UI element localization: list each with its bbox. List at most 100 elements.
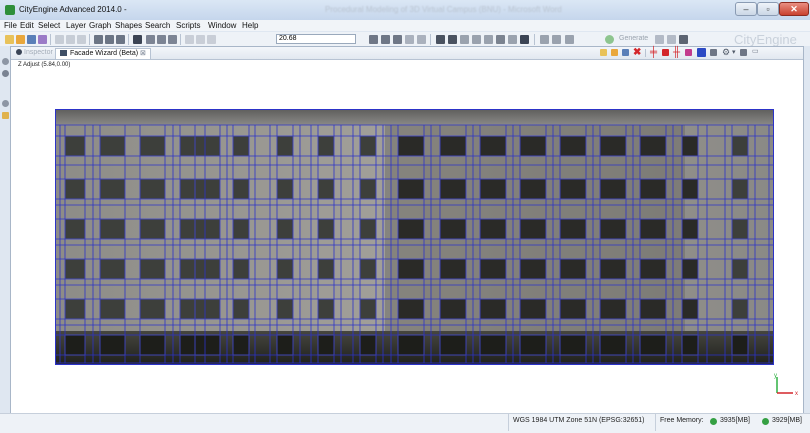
menu-edit[interactable]: Edit (20, 21, 34, 30)
menu-shapes[interactable]: Shapes (115, 21, 142, 30)
polygon-tool-icon[interactable] (417, 35, 426, 44)
facade-image[interactable] (55, 109, 774, 365)
menu-layer[interactable]: Layer (66, 21, 86, 30)
update-icon[interactable] (667, 35, 676, 44)
shadow-icon[interactable] (520, 35, 529, 44)
zoom-icon[interactable] (168, 35, 177, 44)
facade-window (232, 298, 250, 320)
save-icon[interactable] (27, 35, 36, 44)
move-icon[interactable] (94, 35, 103, 44)
facade-window (64, 178, 86, 200)
facade-window (317, 178, 335, 200)
axis-gizmo: y x (774, 373, 798, 397)
open-icon[interactable] (16, 35, 25, 44)
texture-icon[interactable] (496, 35, 505, 44)
cut-icon[interactable] (55, 35, 64, 44)
zoom-input[interactable] (276, 34, 356, 44)
tab-close-icon[interactable]: ⊠ (140, 50, 146, 57)
redo-icon[interactable] (196, 35, 205, 44)
menu-search[interactable]: Search (145, 21, 170, 30)
minimize-view-icon[interactable]: ▭ (752, 47, 759, 55)
facade-window (731, 298, 749, 320)
view-menu-icon[interactable] (740, 49, 747, 56)
generate-button[interactable]: Generate (619, 35, 648, 42)
select-arrow-icon[interactable] (133, 35, 142, 44)
copy-icon[interactable] (66, 35, 75, 44)
new-icon[interactable] (5, 35, 14, 44)
menu-window[interactable]: Window (208, 21, 236, 30)
save-facade-icon[interactable] (622, 49, 629, 56)
z-adjust-readout: Z Adjust (5.84,0.00) (18, 62, 71, 68)
block-tool-icon[interactable] (393, 35, 402, 44)
open-facade-icon[interactable] (611, 49, 618, 56)
cleanup-icon[interactable] (552, 35, 561, 44)
grid-icon[interactable] (460, 35, 469, 44)
facade-window (519, 178, 547, 200)
facade-window (519, 218, 547, 240)
navigator-icon[interactable] (2, 70, 9, 77)
facade-window (99, 298, 126, 320)
regenerate-icon[interactable] (655, 35, 664, 44)
minimize-panel-icon[interactable] (2, 58, 9, 65)
tab-facade-wizard-label: Facade Wizard (Beta) (70, 50, 139, 57)
snap-icon[interactable] (472, 35, 481, 44)
facade-window (317, 135, 335, 157)
facade-window (64, 334, 86, 356)
menu-help[interactable]: Help (242, 21, 258, 30)
align-icon[interactable] (540, 35, 549, 44)
facade-window (559, 334, 587, 356)
minimize-button[interactable]: – (735, 2, 757, 16)
view-2-icon[interactable] (448, 35, 457, 44)
split-vertical-icon[interactable]: ╫ (673, 47, 680, 58)
delete-model-icon[interactable] (679, 35, 688, 44)
generate-settings-icon[interactable] (565, 35, 574, 44)
maximize-button[interactable]: ▫ (757, 2, 779, 16)
wand-icon[interactable] (38, 35, 47, 44)
menu-select[interactable]: Select (38, 21, 60, 30)
chevron-down-icon[interactable]: ▾ (732, 48, 736, 56)
street-tool-icon[interactable] (369, 35, 378, 44)
generate-icon[interactable] (605, 35, 614, 44)
facade-window (439, 178, 467, 200)
facade-window (64, 258, 86, 280)
street-tool-2-icon[interactable] (381, 35, 390, 44)
facade-window (397, 135, 425, 157)
view-icon[interactable] (436, 35, 445, 44)
settings-icon[interactable]: ⚙ (722, 47, 730, 58)
shape-tool-icon[interactable] (405, 35, 414, 44)
wire-icon[interactable] (484, 35, 493, 44)
facade-window (99, 218, 126, 240)
minimize-panel-icon[interactable] (2, 100, 9, 107)
rotate-icon[interactable] (105, 35, 114, 44)
menu-file[interactable]: File (4, 21, 17, 30)
delete-icon[interactable]: ✖ (633, 47, 641, 58)
close-button[interactable]: ✕ (779, 2, 809, 16)
facade-window (276, 298, 294, 320)
frame-icon[interactable] (157, 35, 166, 44)
paste-icon[interactable] (77, 35, 86, 44)
menu-graph[interactable]: Graph (89, 21, 111, 30)
pan-icon[interactable] (146, 35, 155, 44)
folder-icon[interactable] (2, 112, 9, 119)
facade-window (639, 218, 667, 240)
undo-icon[interactable] (185, 35, 194, 44)
image-icon[interactable] (710, 49, 717, 56)
tab-facade-wizard[interactable]: Facade Wizard (Beta) ⊠ (55, 48, 151, 59)
facade-window (397, 334, 425, 356)
menu-scripts[interactable]: Scripts (176, 21, 200, 30)
facade-window (64, 298, 86, 320)
measure-icon[interactable] (207, 35, 216, 44)
facade-window (479, 258, 507, 280)
tab-inspector[interactable]: Inspector (16, 49, 53, 56)
app-icon (5, 5, 15, 15)
region-icon[interactable] (697, 48, 706, 57)
scale-icon[interactable] (116, 35, 125, 44)
facade-window (599, 258, 627, 280)
new-facade-icon[interactable] (600, 49, 607, 56)
facade-window (559, 298, 587, 320)
facade-window (232, 178, 250, 200)
split-repeat-vertical-icon[interactable] (685, 49, 692, 56)
split-horizontal-icon[interactable]: ╪ (650, 47, 657, 58)
lighting-icon[interactable] (508, 35, 517, 44)
split-repeat-icon[interactable] (662, 49, 669, 56)
